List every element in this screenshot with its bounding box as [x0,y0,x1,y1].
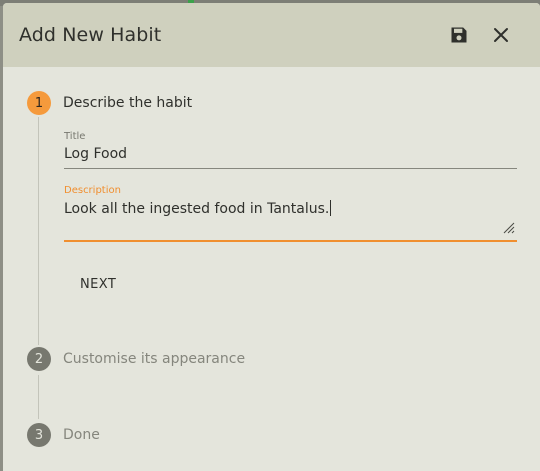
dialog-title: Add New Habit [19,24,162,46]
save-button[interactable] [442,18,476,52]
description-field: Description Look all the ingested food i… [64,185,518,242]
step-3-number: 3 [27,423,51,447]
description-text: Look all the ingested food in Tantalus. [64,201,330,217]
stepper: 1 Describe the habit Title Log Food Desc… [3,67,540,449]
description-label: Description [64,185,121,196]
description-textarea[interactable]: Look all the ingested food in Tantalus. [64,200,517,242]
title-field: Title Log Food [64,131,518,169]
add-habit-dialog: Add New Habit 1 Describe the habit Title… [3,3,540,471]
next-button[interactable]: NEXT [68,266,132,302]
step-2-number: 2 [27,347,51,371]
resize-handle-icon[interactable] [503,222,515,234]
step-1-label: Describe the habit [63,95,193,111]
text-caret [330,200,332,216]
step-1-content: Title Log Food Description Look all the … [38,117,540,345]
step-1-header[interactable]: 1 Describe the habit [27,89,540,117]
title-label: Title [64,131,86,142]
step-1-number: 1 [27,91,51,115]
close-button[interactable] [484,18,518,52]
step-2-label: Customise its appearance [63,351,246,367]
step-3-header[interactable]: 3 Done [27,421,540,449]
step-2-header[interactable]: 2 Customise its appearance [27,345,540,373]
close-icon [494,28,508,42]
step-connector [38,375,540,419]
step-3-label: Done [63,427,100,443]
floppy-save-icon [451,27,467,43]
dialog-header: Add New Habit [3,3,540,67]
title-input[interactable]: Log Food [64,146,517,169]
